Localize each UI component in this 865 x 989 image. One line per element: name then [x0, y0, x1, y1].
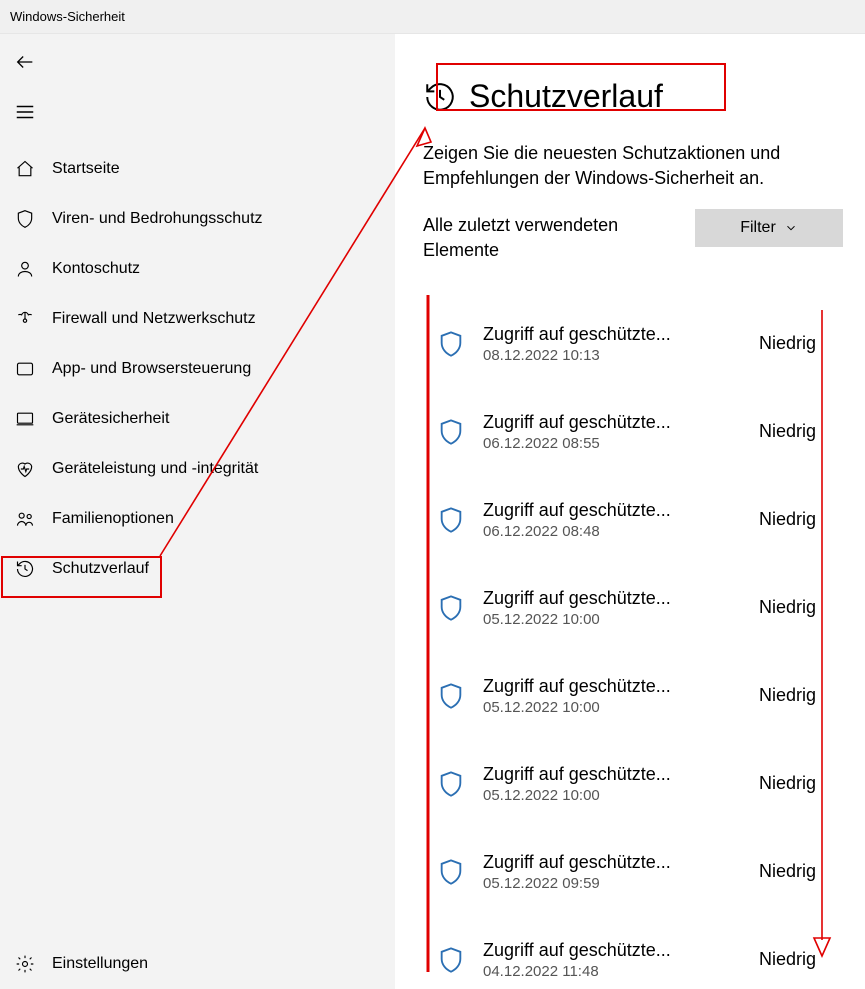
sidebar: Startseite Viren- und Bedrohungsschutz K… [0, 34, 395, 989]
sidebar-item-virus[interactable]: Viren- und Bedrohungsschutz [0, 194, 395, 244]
sidebar-item-history[interactable]: Schutzverlauf [0, 544, 395, 594]
hamburger-button[interactable] [0, 90, 395, 134]
shield-icon [14, 208, 36, 230]
account-icon [14, 258, 36, 280]
item-title: Zugriff auf geschützte... [483, 500, 751, 521]
list-item[interactable]: Zugriff auf geschützte... 06.12.2022 08:5… [427, 388, 843, 476]
history-icon [423, 80, 457, 114]
page-description: Zeigen Sie die neuesten Schutzaktionen u… [423, 141, 843, 191]
shield-icon [437, 327, 465, 361]
firewall-icon [14, 308, 36, 330]
sidebar-item-appbrowser[interactable]: App- und Browsersteuerung [0, 344, 395, 394]
sidebar-item-label: Startseite [52, 160, 120, 178]
back-button[interactable] [0, 40, 395, 84]
gear-icon [14, 953, 36, 975]
item-date: 05.12.2022 10:00 [483, 787, 751, 804]
sidebar-item-label: Kontoschutz [52, 260, 140, 278]
shield-icon [437, 679, 465, 713]
item-date: 05.12.2022 10:00 [483, 611, 751, 628]
list-item[interactable]: Zugriff auf geschützte... 05.12.2022 10:0… [427, 564, 843, 652]
list-item[interactable]: Zugriff auf geschützte... 05.12.2022 10:0… [427, 652, 843, 740]
item-level: Niedrig [759, 509, 843, 530]
sidebar-item-label: App- und Browsersteuerung [52, 360, 251, 378]
main-content: Schutzverlauf Zeigen Sie die neuesten Sc… [395, 34, 865, 989]
item-date: 06.12.2022 08:48 [483, 523, 751, 540]
list-item[interactable]: Zugriff auf geschützte... 06.12.2022 08:4… [427, 476, 843, 564]
sidebar-item-label: Gerätesicherheit [52, 410, 169, 428]
sidebar-item-settings[interactable]: Einstellungen [0, 939, 395, 989]
appbrowser-icon [14, 358, 36, 380]
list-item[interactable]: Zugriff auf geschützte... 08.12.2022 10:1… [427, 300, 843, 388]
item-level: Niedrig [759, 685, 843, 706]
item-date: 06.12.2022 08:55 [483, 435, 751, 452]
filter-button-label: Filter [740, 219, 776, 237]
shield-icon [437, 767, 465, 801]
shield-icon [437, 415, 465, 449]
heartbeat-icon [14, 458, 36, 480]
family-icon [14, 508, 36, 530]
shield-icon [437, 855, 465, 889]
item-date: 08.12.2022 10:13 [483, 347, 751, 364]
item-title: Zugriff auf geschützte... [483, 940, 751, 961]
item-level: Niedrig [759, 773, 843, 794]
item-title: Zugriff auf geschützte... [483, 764, 751, 785]
item-title: Zugriff auf geschützte... [483, 588, 751, 609]
item-title: Zugriff auf geschützte... [483, 412, 751, 433]
recent-items-label: Alle zuletzt verwendeten Elemente [423, 213, 675, 262]
event-list: Zugriff auf geschützte... 08.12.2022 10:1… [427, 300, 843, 989]
back-arrow-icon [14, 51, 36, 73]
item-level: Niedrig [759, 597, 843, 618]
item-title: Zugriff auf geschützte... [483, 676, 751, 697]
window-title: Windows-Sicherheit [10, 9, 125, 24]
sidebar-item-home[interactable]: Startseite [0, 144, 395, 194]
sidebar-item-devicesec[interactable]: Gerätesicherheit [0, 394, 395, 444]
sidebar-item-label: Geräteleistung und -integrität [52, 460, 258, 478]
device-icon [14, 408, 36, 430]
list-item[interactable]: Zugriff auf geschützte... 04.12.2022 11:4… [427, 916, 843, 989]
sidebar-item-account[interactable]: Kontoschutz [0, 244, 395, 294]
item-level: Niedrig [759, 421, 843, 442]
window-titlebar: Windows-Sicherheit [0, 0, 865, 34]
shield-icon [437, 591, 465, 625]
list-item[interactable]: Zugriff auf geschützte... 05.12.2022 10:0… [427, 740, 843, 828]
item-level: Niedrig [759, 949, 843, 970]
item-level: Niedrig [759, 861, 843, 882]
sidebar-item-label: Familienoptionen [52, 510, 174, 528]
chevron-down-icon [784, 221, 798, 235]
sidebar-item-label: Schutzverlauf [52, 560, 149, 578]
shield-icon [437, 943, 465, 977]
hamburger-icon [14, 101, 36, 123]
sidebar-item-label: Viren- und Bedrohungsschutz [52, 210, 263, 228]
sidebar-item-firewall[interactable]: Firewall und Netzwerkschutz [0, 294, 395, 344]
item-date: 04.12.2022 11:48 [483, 963, 751, 980]
sidebar-item-label: Firewall und Netzwerkschutz [52, 310, 256, 328]
history-icon [14, 558, 36, 580]
item-level: Niedrig [759, 333, 843, 354]
sidebar-item-performance[interactable]: Geräteleistung und -integrität [0, 444, 395, 494]
list-item[interactable]: Zugriff auf geschützte... 05.12.2022 09:5… [427, 828, 843, 916]
item-date: 05.12.2022 09:59 [483, 875, 751, 892]
page-title: Schutzverlauf [469, 78, 663, 115]
sidebar-item-label: Einstellungen [52, 955, 148, 973]
shield-icon [437, 503, 465, 537]
item-title: Zugriff auf geschützte... [483, 852, 751, 873]
item-date: 05.12.2022 10:00 [483, 699, 751, 716]
home-icon [14, 158, 36, 180]
filter-button[interactable]: Filter [695, 209, 843, 247]
sidebar-item-family[interactable]: Familienoptionen [0, 494, 395, 544]
item-title: Zugriff auf geschützte... [483, 324, 751, 345]
